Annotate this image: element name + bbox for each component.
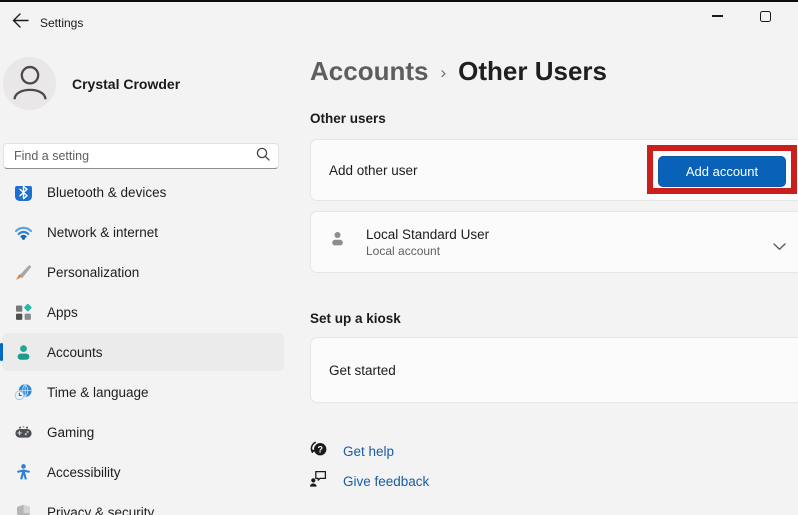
kiosk-get-started-row[interactable]: Get started: [310, 337, 798, 403]
selected-accent-pill: [0, 343, 3, 361]
kiosk-heading: Set up a kiosk: [310, 311, 401, 326]
sidebar-item-gaming[interactable]: Gaming: [2, 413, 284, 451]
arrow-left-icon: [12, 13, 29, 33]
sidebar-item-accounts[interactable]: Accounts: [2, 333, 284, 371]
page-title: Other Users: [458, 56, 607, 87]
sidebar-item-time-language[interactable]: Time & language: [2, 373, 284, 411]
back-button[interactable]: [6, 10, 34, 36]
add-account-button[interactable]: Add account: [658, 156, 786, 187]
maximize-button[interactable]: [742, 2, 788, 30]
help-icon: ?: [309, 439, 328, 463]
brush-icon: [14, 263, 33, 282]
sidebar-item-label: Accounts: [47, 345, 103, 360]
sidebar-item-apps[interactable]: Apps: [2, 293, 284, 331]
sidebar-item-bluetooth-devices[interactable]: Bluetooth & devices: [2, 186, 284, 211]
minimize-button[interactable]: [694, 2, 740, 30]
give-feedback-label: Give feedback: [343, 474, 429, 489]
sidebar-item-label: Bluetooth & devices: [47, 186, 166, 200]
add-other-user-label: Add other user: [329, 163, 418, 178]
gamepad-icon: [14, 423, 33, 442]
person-outline-icon: [5, 56, 55, 111]
wifi-icon: [14, 223, 33, 242]
sidebar-item-privacy-security[interactable]: Privacy & security: [2, 493, 284, 515]
sidebar-item-label: Personalization: [47, 265, 139, 280]
app-title: Settings: [40, 16, 83, 30]
give-feedback-link[interactable]: Give feedback: [309, 469, 429, 493]
sidebar-item-label: Privacy & security: [47, 505, 154, 515]
local-user-subtitle: Local account: [366, 243, 489, 259]
maximize-icon: [760, 11, 771, 22]
get-help-label: Get help: [343, 444, 394, 459]
sidebar-nav: Bluetooth & devices Network & internet P…: [0, 186, 290, 515]
bluetooth-icon: [14, 186, 33, 202]
minimize-icon: [712, 15, 723, 17]
window-top-edge: [0, 0, 798, 2]
sidebar-item-label: Gaming: [47, 425, 94, 440]
feedback-icon: [309, 469, 328, 493]
breadcrumb-accounts[interactable]: Accounts: [310, 56, 428, 87]
chevron-down-icon[interactable]: [773, 238, 786, 256]
sidebar-item-label: Apps: [47, 305, 78, 320]
sidebar-item-label: Network & internet: [47, 225, 158, 240]
user-silhouette-icon: [329, 230, 346, 254]
get-help-link[interactable]: ? Get help: [309, 439, 394, 463]
person-icon: [14, 343, 33, 362]
sidebar-item-personalization[interactable]: Personalization: [2, 253, 284, 291]
get-started-label: Get started: [329, 363, 396, 378]
sidebar-item-network-internet[interactable]: Network & internet: [2, 213, 284, 251]
sidebar-item-label: Accessibility: [47, 465, 121, 480]
local-user-title: Local Standard User: [366, 226, 489, 243]
sidebar-item-label: Time & language: [47, 385, 149, 400]
accessibility-icon: [14, 463, 33, 482]
breadcrumb-separator-icon: ›: [440, 60, 446, 83]
profile-name: Crystal Crowder: [72, 76, 180, 92]
breadcrumb: Accounts › Other Users: [310, 56, 607, 87]
local-user-row[interactable]: Local Standard User Local account: [310, 211, 798, 273]
other-users-heading: Other users: [310, 111, 386, 126]
globe-clock-icon: [14, 383, 33, 402]
search-box[interactable]: [3, 143, 279, 169]
svg-text:?: ?: [317, 444, 323, 454]
apps-grid-icon: [14, 303, 33, 322]
search-input[interactable]: [14, 149, 256, 163]
avatar[interactable]: [3, 57, 56, 110]
shield-icon: [14, 503, 33, 515]
search-icon: [256, 147, 270, 166]
sidebar-item-accessibility[interactable]: Accessibility: [2, 453, 284, 491]
